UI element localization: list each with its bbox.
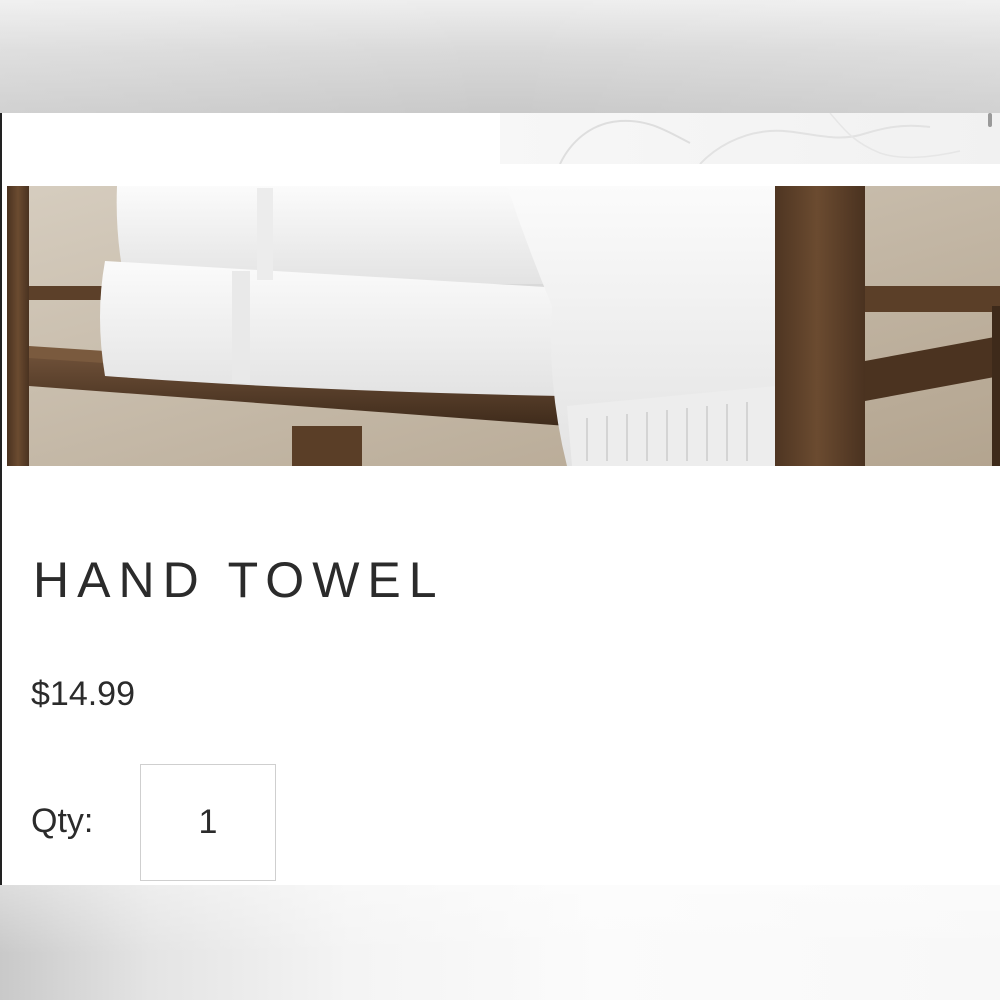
quantity-input[interactable]: 1 xyxy=(140,764,276,881)
towel-photo-icon xyxy=(7,186,1000,466)
product-title: HAND TOWEL xyxy=(33,552,445,608)
product-image xyxy=(7,186,1000,466)
marble-veins xyxy=(559,113,961,164)
product-price: $14.99 xyxy=(31,675,135,713)
quantity-label: Qty: xyxy=(31,802,94,840)
left-border-line xyxy=(0,113,2,885)
scroll-indicator xyxy=(988,113,992,127)
marble-background-strip xyxy=(500,113,1000,164)
quantity-value: 1 xyxy=(198,803,218,841)
bottom-blurred-band xyxy=(0,885,1000,1000)
top-blurred-band xyxy=(0,0,1000,113)
